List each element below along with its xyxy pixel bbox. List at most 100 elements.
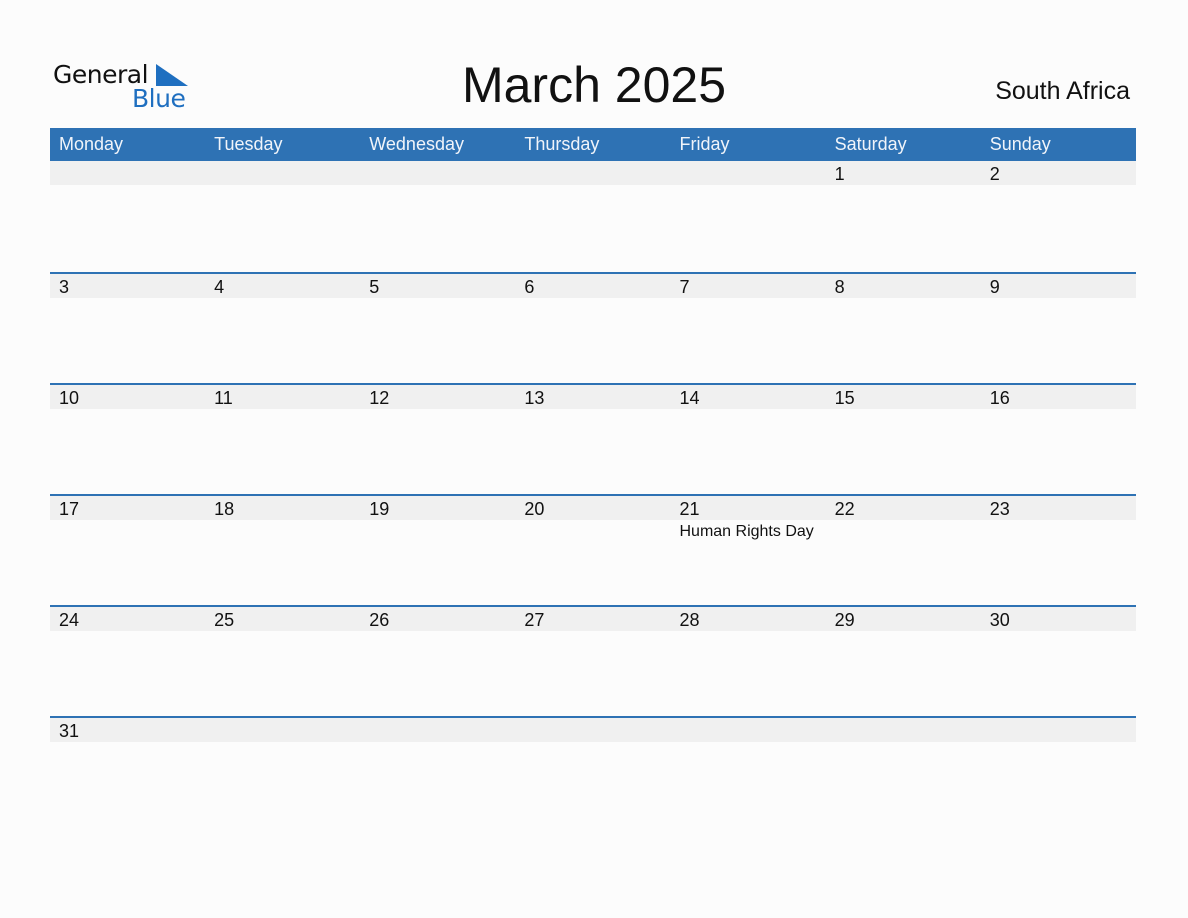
week-row: 10 11 12 13 14 15 16 xyxy=(50,383,1136,494)
day-number: 16 xyxy=(980,385,1136,409)
week-row: 31 xyxy=(50,716,1136,827)
day-cell: 4 xyxy=(205,274,361,298)
day-cell xyxy=(670,718,826,742)
weekday-wednesday: Wednesday xyxy=(369,134,464,154)
day-number: 19 xyxy=(360,496,516,520)
day-number xyxy=(360,718,516,742)
weekday-monday: Monday xyxy=(59,134,124,154)
day-number: 2 xyxy=(980,161,1136,185)
day-number: 22 xyxy=(825,496,981,520)
day-cell: 1 xyxy=(825,161,981,185)
day-number xyxy=(980,718,1136,742)
day-number: 26 xyxy=(360,607,516,631)
week-row-inner: 31 xyxy=(50,718,1136,742)
day-cell: 12 xyxy=(360,385,516,409)
day-number: 7 xyxy=(670,274,826,298)
day-number: 9 xyxy=(980,274,1136,298)
day-number: 8 xyxy=(825,274,981,298)
day-cell: 9 xyxy=(980,274,1136,298)
weekday-friday: Friday xyxy=(679,134,730,154)
week-row: 3456789 xyxy=(50,272,1136,383)
day-cell: 31 xyxy=(50,718,206,742)
week-row: 12 xyxy=(50,161,1136,272)
day-cell: 19 xyxy=(360,496,516,541)
day-number xyxy=(670,718,826,742)
day-number: 14 xyxy=(670,385,826,409)
day-cell xyxy=(360,718,516,742)
holiday-label: Human Rights Day xyxy=(679,523,814,540)
day-number: 28 xyxy=(670,607,826,631)
day-number: 5 xyxy=(360,274,516,298)
day-cell: 26 xyxy=(360,607,516,631)
day-cell: 27 xyxy=(515,607,671,631)
day-cell: 24 xyxy=(50,607,206,631)
day-cell: 7 xyxy=(670,274,826,298)
day-number: 21 xyxy=(670,496,826,520)
week-row-inner: 3456789 xyxy=(50,274,1136,298)
day-number: 17 xyxy=(50,496,206,520)
day-number xyxy=(360,161,516,185)
day-number: 6 xyxy=(515,274,671,298)
day-cell: 30 xyxy=(980,607,1136,631)
day-number xyxy=(515,718,671,742)
calendar-grid: Monday Tuesday Wednesday Thursday Friday… xyxy=(50,128,1136,827)
day-cell: 6 xyxy=(515,274,671,298)
day-cell: 5 xyxy=(360,274,516,298)
week-row-inner: 12 xyxy=(50,161,1136,185)
day-cell: 8 xyxy=(825,274,981,298)
day-number xyxy=(670,161,826,185)
day-cell: 15 xyxy=(825,385,981,409)
week-row-inner: 17 18 19 20 21 Human Rights Day 22 23 xyxy=(50,496,1136,541)
day-cell xyxy=(670,161,826,185)
day-number: 15 xyxy=(825,385,981,409)
day-cell: 16 xyxy=(980,385,1136,409)
day-cell: 13 xyxy=(515,385,671,409)
day-number: 18 xyxy=(205,496,361,520)
day-number: 30 xyxy=(980,607,1136,631)
day-number: 27 xyxy=(515,607,671,631)
weekday-tuesday: Tuesday xyxy=(214,134,283,154)
day-cell: 3 xyxy=(50,274,206,298)
day-number: 12 xyxy=(360,385,516,409)
weekday-saturday: Saturday xyxy=(834,134,907,154)
day-cell xyxy=(50,161,206,185)
day-number: 4 xyxy=(205,274,361,298)
week-row-inner: 24 25 26 27 28 29 30 xyxy=(50,607,1136,631)
day-cell: 11 xyxy=(205,385,361,409)
day-number: 1 xyxy=(825,161,981,185)
day-cell xyxy=(980,718,1136,742)
day-number: 29 xyxy=(825,607,981,631)
day-cell xyxy=(360,161,516,185)
day-cell: 10 xyxy=(50,385,206,409)
week-row-inner: 10 11 12 13 14 15 16 xyxy=(50,385,1136,409)
day-cell xyxy=(205,718,361,742)
day-number: 13 xyxy=(515,385,671,409)
week-row: 17 18 19 20 21 Human Rights Day 22 23 xyxy=(50,494,1136,605)
week-row: 24 25 26 27 28 29 30 xyxy=(50,605,1136,716)
day-cell: 29 xyxy=(825,607,981,631)
day-number: 31 xyxy=(50,718,206,742)
weeks-container: 1 2 3 4 5 6 7 8 9 10 11 12 13 14 15 16 17 18 19 20 21 Human R… xyxy=(50,161,1136,827)
weekday-header: Monday Tuesday Wednesday Thursday Friday… xyxy=(50,128,1136,161)
day-cell xyxy=(825,718,981,742)
day-cell: 28 xyxy=(670,607,826,631)
day-cell: 14 xyxy=(670,385,826,409)
day-cell: 25 xyxy=(205,607,361,631)
weekday-thursday: Thursday xyxy=(524,134,600,154)
day-cell xyxy=(515,718,671,742)
day-cell: 18 xyxy=(205,496,361,541)
day-number: 11 xyxy=(205,385,361,409)
day-cell: 23 xyxy=(980,496,1136,541)
day-number xyxy=(515,161,671,185)
day-cell: 2 xyxy=(980,161,1136,185)
day-cell: 20 xyxy=(515,496,671,541)
day-number: 3 xyxy=(50,274,206,298)
weekday-sunday: Sunday xyxy=(989,134,1051,154)
day-number: 25 xyxy=(205,607,361,631)
day-number xyxy=(825,718,981,742)
day-number xyxy=(50,161,206,185)
day-number: 10 xyxy=(50,385,206,409)
day-number xyxy=(205,718,361,742)
day-number: 20 xyxy=(515,496,671,520)
country-label: South Africa xyxy=(995,77,1130,105)
